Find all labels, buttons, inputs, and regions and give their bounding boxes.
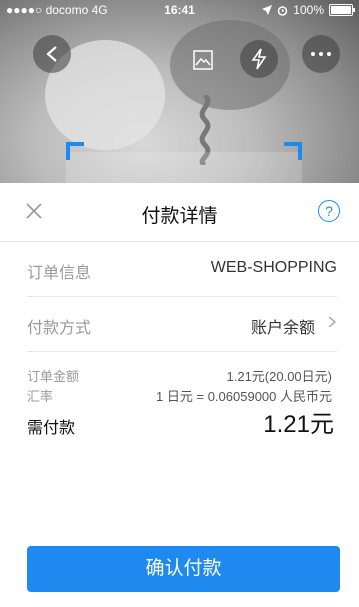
flash-icon: [251, 48, 267, 70]
gallery-icon: [193, 50, 213, 70]
confirm-payment-button[interactable]: 确认付款: [27, 546, 340, 592]
exchange-rate-value: 1 日元 = 0.06059000 人民币元: [156, 389, 332, 404]
order-info-value: WEB-SHOPPING: [210, 259, 337, 276]
battery-icon: [329, 4, 355, 16]
gallery-button[interactable]: [188, 45, 218, 75]
status-bar: ●●●●○ docomo 4G 16:41 100%: [0, 0, 359, 20]
payment-details-sheet: 付款详情 ? 订单信息 WEB-SHOPPING 付款方式 账户余额 订单金额 …: [0, 183, 359, 607]
sheet-header: 付款详情 ?: [0, 183, 359, 242]
exchange-rate-label: 汇率: [27, 389, 54, 404]
flash-button[interactable]: [240, 40, 278, 78]
back-button[interactable]: [33, 35, 71, 73]
more-icon: [311, 52, 331, 56]
payment-method-row[interactable]: 付款方式 账户余额: [27, 297, 337, 352]
scan-corner: [284, 142, 302, 160]
status-right: 100%: [262, 3, 355, 17]
amount-due-row: 需付款 1.21元: [27, 404, 337, 444]
payment-method-label: 付款方式: [27, 320, 92, 337]
camera-preview: [0, 0, 359, 190]
back-icon: [46, 46, 57, 62]
sheet-title: 付款详情: [141, 206, 218, 227]
order-amount-row: 订单金额 1.21元(20.00日元): [27, 364, 337, 384]
order-amount-label: 订单金额: [27, 369, 80, 384]
scan-corner: [66, 142, 84, 160]
order-amount-value: 1.21元(20.00日元): [226, 369, 333, 384]
order-info-label: 订单信息: [27, 265, 92, 282]
location-icon: [262, 5, 273, 15]
more-button[interactable]: [302, 35, 340, 73]
exchange-rate-row: 汇率 1 日元 = 0.06059000 人民币元: [27, 384, 337, 404]
chevron-right-icon: [328, 317, 337, 327]
help-icon[interactable]: ?: [318, 200, 340, 222]
alarm-icon: [278, 5, 288, 16]
order-info-row: 订单信息 WEB-SHOPPING: [27, 242, 337, 297]
amount-due-label: 需付款: [27, 420, 76, 437]
battery-percent: 100%: [293, 3, 324, 17]
payment-method-value: 账户余额: [250, 320, 315, 337]
amount-due-value: 1.21元: [263, 411, 334, 438]
